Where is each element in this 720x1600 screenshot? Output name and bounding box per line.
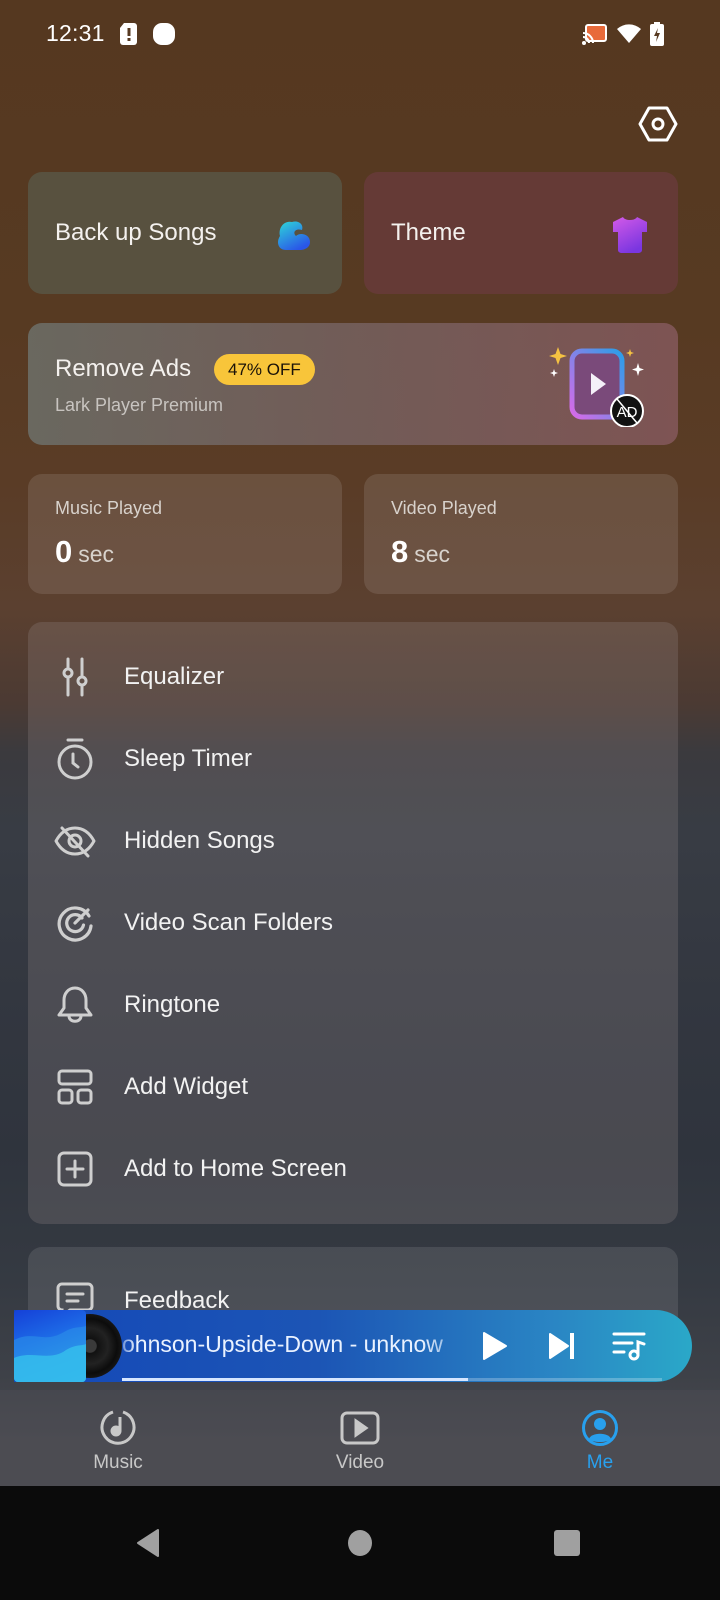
recents-icon [554,1530,580,1556]
playback-progress[interactable] [122,1378,662,1381]
tshirt-icon [613,217,647,253]
notification-dot-icon [153,23,175,45]
menu-item-equalizer[interactable]: Equalizer [28,636,678,718]
battery-charging-icon [650,22,664,46]
menu-item-hidden-songs[interactable]: Hidden Songs [28,800,678,882]
nav-tab-me[interactable]: Me [540,1390,660,1486]
nav-tab-video[interactable]: Video [300,1390,420,1486]
play-button[interactable] [476,1328,512,1364]
status-left-icons [120,22,176,46]
music-disc-icon [98,1408,138,1448]
remove-ads-card[interactable]: Remove Ads 47% OFF Lark Player Premium A… [28,323,678,445]
add-box-icon [54,1148,96,1190]
sim-alert-icon [120,23,137,45]
no-ads-icon: AD [549,347,644,427]
premium-subtitle: Lark Player Premium [55,395,224,415]
menu-item-sleep-timer[interactable]: Sleep Timer [28,718,678,800]
scan-icon [54,902,96,944]
equalizer-icon [54,656,96,698]
nav-label: Music [93,1452,143,1473]
music-played-card: Music Played 0 sec [28,474,342,594]
video-played-number: 8 [391,534,409,569]
backup-songs-card[interactable]: Back up Songs [28,172,342,294]
video-played-card: Video Played 8 sec [364,474,678,594]
mini-player[interactable]: ohnson-Upside-Down - unknow [14,1310,692,1382]
status-time: 12:31 [46,20,105,46]
menu-label: Equalizer [124,663,225,690]
svg-text:AD: AD [617,404,638,421]
discount-badge: 47% OFF [214,354,315,385]
play-icon [483,1332,507,1360]
music-played-number: 0 [55,534,73,569]
album-art[interactable] [14,1310,86,1382]
menu-item-video-scan-folders[interactable]: Video Scan Folders [28,882,678,964]
settings-menu: Equalizer Sleep Timer Hidden Songs Video… [28,622,678,1224]
timer-icon [54,738,96,780]
menu-label: Add Widget [124,1073,249,1100]
nav-tab-music[interactable]: Music [58,1390,178,1486]
settings-hex-icon [638,106,678,142]
video-played-value: 8 sec [391,534,450,570]
menu-label: Hidden Songs [124,827,275,854]
back-icon [137,1529,159,1557]
cast-icon [582,24,607,45]
status-right-icons [582,22,664,46]
track-title[interactable]: ohnson-Upside-Down - unknow [122,1331,457,1358]
home-icon [348,1530,372,1556]
skip-next-button[interactable] [544,1328,580,1364]
back-button[interactable] [108,1486,188,1600]
video-icon [340,1408,380,1448]
nav-label: Me [586,1452,614,1473]
wifi-icon [617,24,641,43]
home-button[interactable] [320,1486,400,1600]
menu-item-add-to-home-screen[interactable]: Add to Home Screen [28,1128,678,1210]
playlist-icon [612,1332,646,1361]
menu-label: Sleep Timer [124,745,253,772]
cloud-icon [278,221,310,250]
eye-off-icon [54,820,96,862]
profile-icon [580,1408,620,1448]
menu-label: Add to Home Screen [124,1155,347,1182]
skip-next-icon [549,1333,574,1359]
recents-button[interactable] [527,1486,607,1600]
music-played-label: Music Played [55,498,163,518]
remove-ads-title: Remove Ads [55,355,192,382]
video-played-label: Video Played [391,498,497,518]
menu-item-ringtone[interactable]: Ringtone [28,964,678,1046]
music-played-unit: sec [78,541,115,567]
video-played-unit: sec [414,541,451,567]
menu-item-add-widget[interactable]: Add Widget [28,1046,678,1128]
playback-progress-fill [122,1378,468,1381]
music-played-value: 0 sec [55,534,114,570]
theme-label: Theme [391,219,466,246]
bell-icon [54,984,96,1026]
nav-label: Video [335,1452,385,1473]
menu-label: Ringtone [124,991,221,1018]
bottom-nav: Music Video Me [0,1390,720,1486]
widget-icon [54,1066,96,1108]
backup-songs-label: Back up Songs [55,219,217,246]
theme-card[interactable]: Theme [364,172,678,294]
menu-label: Video Scan Folders [124,909,334,936]
playlist-button[interactable] [612,1328,648,1364]
system-nav-bar [0,1486,720,1600]
settings-button[interactable] [636,102,680,146]
